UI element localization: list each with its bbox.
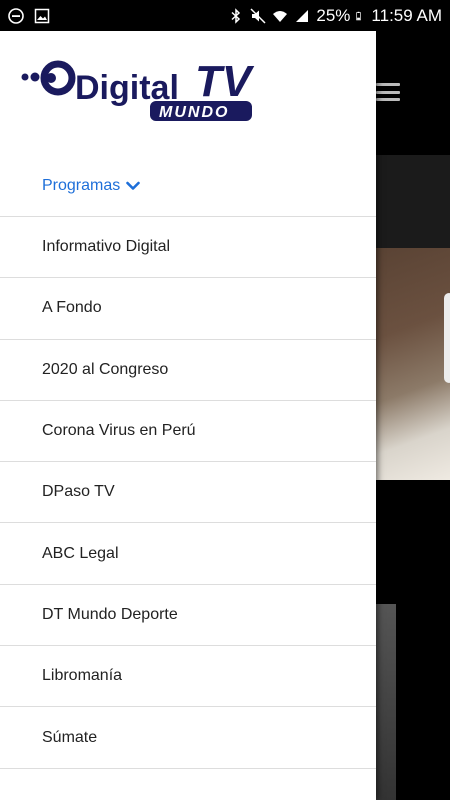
menu-item-sumate[interactable]: Súmate	[0, 707, 376, 769]
chevron-down-icon	[126, 181, 141, 190]
menu-item-a-fondo[interactable]: A Fondo	[0, 278, 376, 340]
background-image	[376, 604, 396, 800]
menu-item-label: Súmate	[42, 728, 98, 746]
do-not-disturb-icon	[8, 7, 24, 24]
programs-section-toggle[interactable]: Programas	[0, 155, 376, 217]
clock: 11:59 AM	[371, 5, 442, 25]
background-section	[376, 155, 450, 248]
battery-percent: 25%	[316, 5, 351, 25]
menu-item-informativo-digital[interactable]: Informativo Digital	[0, 217, 376, 279]
menu-item-dpaso-tv[interactable]: DPaso TV	[0, 462, 376, 524]
menu-item-label: DT Mundo Deporte	[42, 605, 178, 623]
signal-icon	[296, 9, 309, 22]
menu-item-label: Informativo Digital	[42, 238, 171, 256]
logo-tv: TV	[195, 57, 255, 106]
background-card-edge	[444, 293, 450, 383]
mute-icon	[250, 7, 266, 24]
logo-mundo: MUNDO	[159, 104, 229, 121]
video-thumbnail[interactable]	[376, 248, 450, 480]
wifi-icon	[273, 10, 288, 22]
status-bar: 25% 11:59 AM	[0, 0, 450, 31]
menu-item-corona-virus[interactable]: Corona Virus en Perú	[0, 401, 376, 463]
menu-item-abc-legal[interactable]: ABC Legal	[0, 523, 376, 585]
digital-tv-mundo-logo[interactable]: Digital TV MUNDO	[20, 51, 260, 125]
menu-item-label: Corona Virus en Perú	[42, 422, 196, 440]
battery-icon	[356, 11, 362, 20]
navigation-drawer: Digital TV MUNDO Programas Informativo D…	[0, 31, 376, 800]
menu-item-dt-mundo-deporte[interactable]: DT Mundo Deporte	[0, 585, 376, 647]
menu-item-libromania[interactable]: Libromanía	[0, 646, 376, 708]
menu-item-label: ABC Legal	[42, 544, 119, 562]
programs-label: Programas	[42, 176, 121, 194]
menu-item-label: DPaso TV	[42, 483, 115, 501]
menu-icon[interactable]	[376, 83, 400, 101]
programs-menu: Informativo Digital A Fondo 2020 al Cong…	[0, 217, 376, 769]
menu-item-label: 2020 al Congreso	[42, 360, 169, 378]
menu-item-label: Libromanía	[42, 667, 123, 685]
gallery-icon	[34, 8, 50, 23]
menu-item-label: A Fondo	[42, 299, 102, 317]
menu-item-2020-al-congreso[interactable]: 2020 al Congreso	[0, 340, 376, 401]
bluetooth-icon	[231, 7, 241, 24]
